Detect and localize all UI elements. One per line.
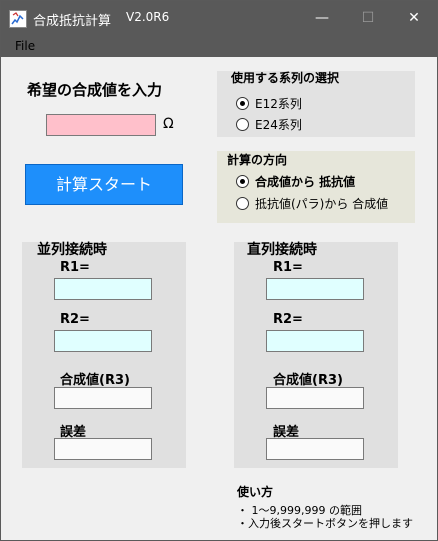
start-calculation-button[interactable]: 計算スタート xyxy=(25,164,183,205)
series-r3-field[interactable] xyxy=(266,387,364,409)
window-version: V2.0R6 xyxy=(126,10,170,24)
series-panel: 直列接続時 R1= R2= 合成値(R3) 誤差 xyxy=(234,242,398,468)
menu-file[interactable]: File xyxy=(15,39,35,53)
to-composite-label[interactable]: 抵抗値(パラ)から 合成値 xyxy=(255,195,388,212)
menu-bar xyxy=(1,35,437,57)
series-r2-label: R2= xyxy=(273,312,303,327)
parallel-r2-label: R2= xyxy=(60,312,90,327)
usage-title: 使い方 xyxy=(237,485,274,499)
maximize-button[interactable]: ☐ xyxy=(345,1,391,35)
target-value-input[interactable] xyxy=(46,114,156,136)
parallel-r3-label: 合成値(R3) xyxy=(60,373,130,388)
usage-line-start: ・入力後スタートボタンを押します xyxy=(237,517,413,530)
series-r1-field[interactable] xyxy=(266,278,364,300)
series-selection-group: 使用する系列の選択 E12系列 E24系列 xyxy=(217,71,415,137)
target-value-heading: 希望の合成値を入力 xyxy=(27,81,163,99)
direction-group-title: 計算の方向 xyxy=(227,153,288,167)
series-group-title: 使用する系列の選択 xyxy=(231,71,340,85)
minimize-button[interactable]: — xyxy=(299,1,345,35)
ohm-unit-label: Ω xyxy=(163,116,174,132)
series-error-field[interactable] xyxy=(266,438,364,460)
parallel-r2-field[interactable] xyxy=(54,330,152,352)
e24-radio[interactable] xyxy=(236,118,249,131)
parallel-panel: 並列接続時 R1= R2= 合成値(R3) 誤差 xyxy=(22,242,186,468)
parallel-error-field[interactable] xyxy=(54,438,152,460)
app-icon xyxy=(9,10,27,28)
to-composite-radio[interactable] xyxy=(236,197,249,210)
to-resistor-label[interactable]: 合成値から 抵抗値 xyxy=(255,173,355,190)
series-r2-field[interactable] xyxy=(266,330,364,352)
to-resistor-radio[interactable] xyxy=(236,175,249,188)
direction-group: 計算の方向 合成値から 抵抗値 抵抗値(パラ)から 合成値 xyxy=(217,151,415,223)
title-bar: 合成抵抗計算 V2.0R6 — ☐ ✕ xyxy=(1,1,437,35)
parallel-r1-field[interactable] xyxy=(54,278,152,300)
e12-radio[interactable] xyxy=(236,97,249,110)
app-window: 合成抵抗計算 V2.0R6 — ☐ ✕ File 希望の合成値を入力 Ω 計算ス… xyxy=(0,0,438,541)
series-r1-label: R1= xyxy=(273,260,303,275)
close-button[interactable]: ✕ xyxy=(391,1,437,35)
e12-label[interactable]: E12系列 xyxy=(255,95,302,112)
window-title: 合成抵抗計算 xyxy=(33,14,112,29)
parallel-r3-field[interactable] xyxy=(54,387,152,409)
parallel-title: 並列接続時 xyxy=(37,242,107,258)
parallel-r1-label: R1= xyxy=(60,260,90,275)
series-r3-label: 合成値(R3) xyxy=(273,373,343,388)
series-title: 直列接続時 xyxy=(247,242,317,258)
e24-label[interactable]: E24系列 xyxy=(255,116,302,133)
